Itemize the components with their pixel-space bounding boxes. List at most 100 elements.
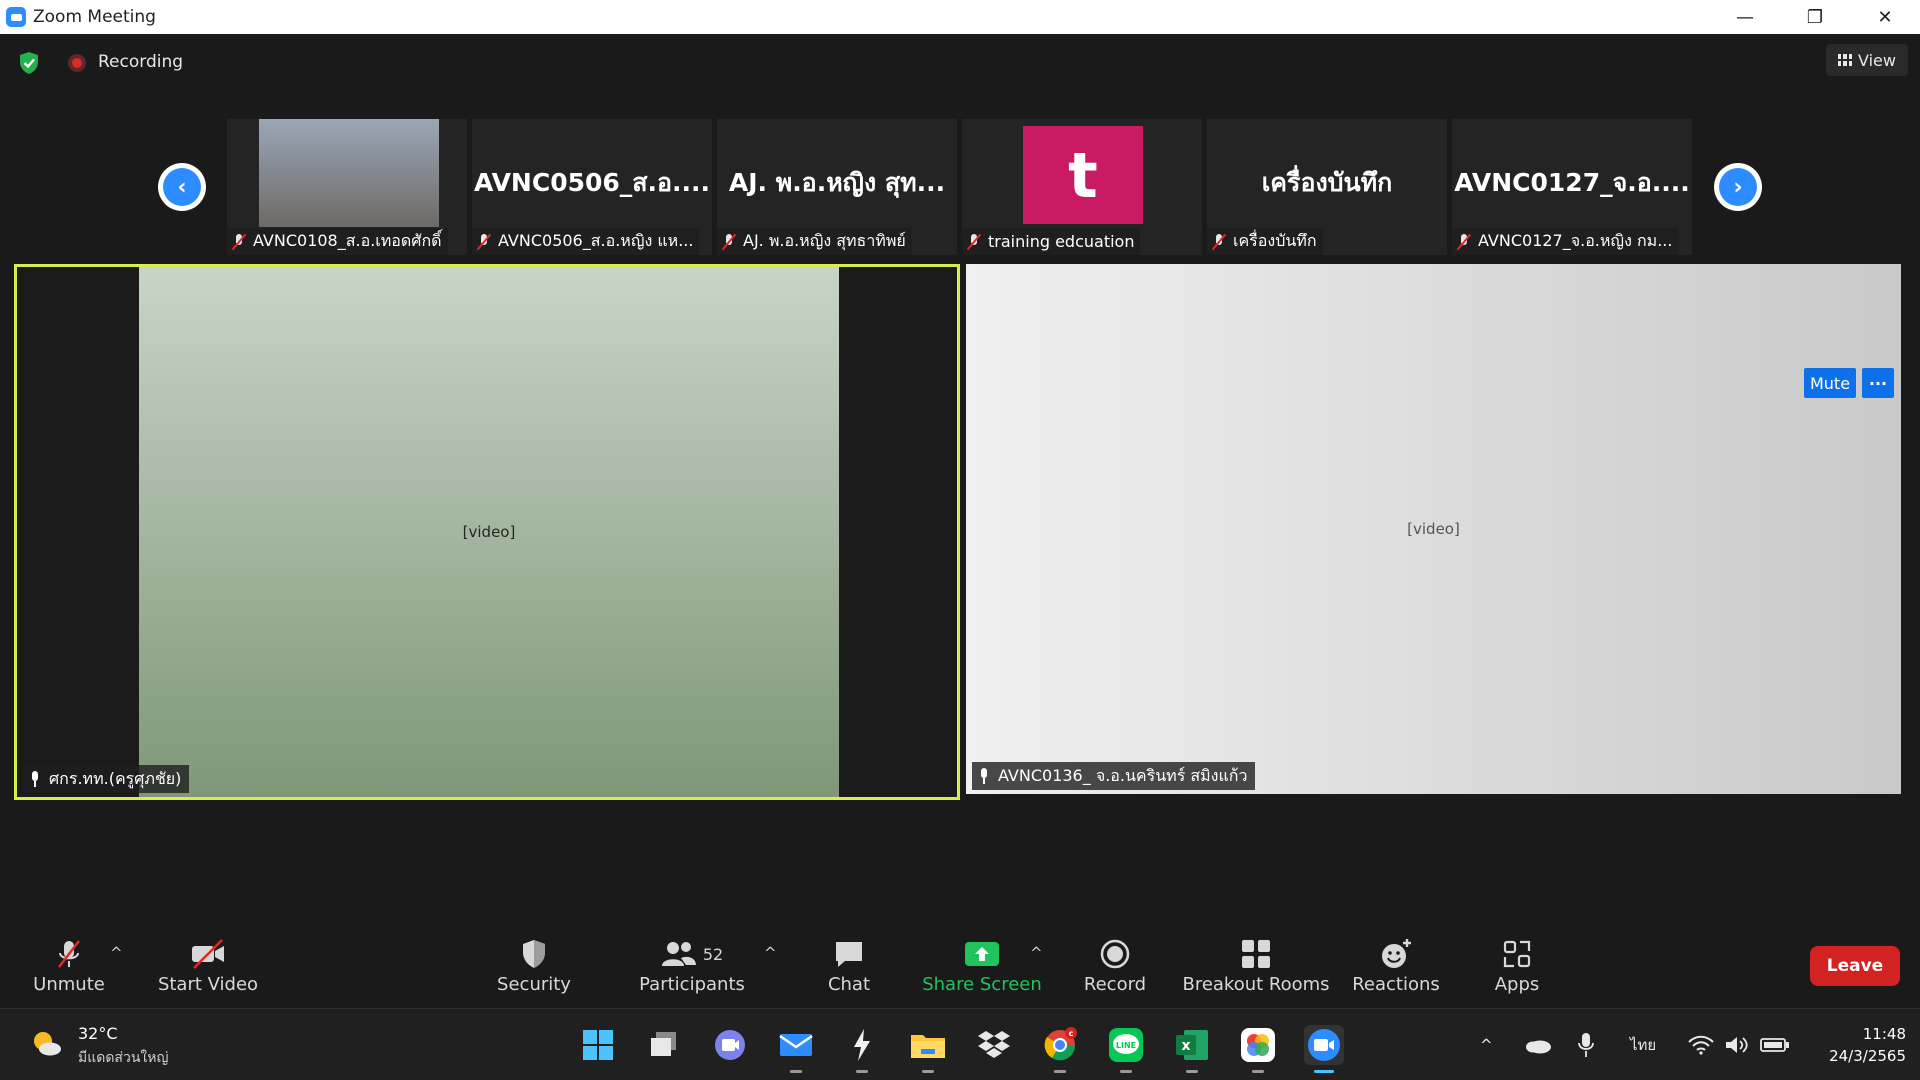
wifi-icon[interactable] xyxy=(1688,1027,1714,1063)
reactions-button[interactable]: Reactions xyxy=(1352,934,1440,1004)
file-explorer-app[interactable] xyxy=(908,1025,948,1073)
zoom-app-icon xyxy=(6,7,26,27)
task-view-button[interactable] xyxy=(644,1025,684,1065)
gallery-prev-button[interactable]: ‹ xyxy=(158,163,206,211)
clock-time: 11:48 xyxy=(1862,1025,1906,1043)
microphone-tray-icon[interactable] xyxy=(1578,1027,1594,1063)
mic-muted-icon xyxy=(58,940,80,968)
mic-muted-icon xyxy=(231,233,247,251)
line-app[interactable]: LINE xyxy=(1106,1025,1146,1073)
participants-options-caret[interactable]: ^ xyxy=(764,944,777,962)
security-button[interactable]: Security xyxy=(497,934,571,1004)
breakout-rooms-button[interactable]: Breakout Rooms xyxy=(1182,934,1330,1004)
teams-chat-icon xyxy=(715,1030,745,1060)
task-view-icon xyxy=(651,1032,676,1056)
mic-muted-icon xyxy=(1211,233,1227,251)
participant-thumb[interactable]: เครื่องบันทึก เครื่องบันทึก xyxy=(1207,119,1447,255)
participant-name-tag: เครื่องบันทึก xyxy=(1207,228,1323,255)
more-options-button[interactable]: ··· xyxy=(1862,368,1894,398)
participant-thumb[interactable]: AJ. พ.อ.หญิง สุท... AJ. พ.อ.หญิง สุทธาทิ… xyxy=(717,119,957,255)
minimize-button[interactable]: — xyxy=(1710,0,1780,34)
restore-button[interactable]: ❐ xyxy=(1780,0,1850,34)
participant-title: AJ. พ.อ.หญิง สุท... xyxy=(728,168,946,197)
participant-thumb[interactable]: t training edcuation xyxy=(962,119,1202,255)
participant-thumb[interactable]: AVNC0506_ส.อ.... AVNC0506_ส.อ.หญิง แห... xyxy=(472,119,712,255)
photos-app[interactable] xyxy=(1238,1025,1278,1073)
mute-participant-button[interactable]: Mute xyxy=(1804,368,1856,398)
mic-muted-icon xyxy=(1456,233,1472,251)
zoom-app[interactable] xyxy=(1304,1025,1344,1073)
windows-start-icon xyxy=(583,1030,613,1060)
weather-temperature[interactable]: 32°C xyxy=(78,1024,118,1043)
running-indicator xyxy=(856,1070,868,1073)
excel-icon: x xyxy=(1176,1030,1208,1060)
lightning-app-icon xyxy=(854,1029,870,1061)
mic-muted-icon xyxy=(476,233,492,251)
weather-sun-cloud-icon[interactable] xyxy=(30,1029,62,1057)
start-button[interactable] xyxy=(578,1025,618,1065)
mail-app[interactable] xyxy=(776,1025,816,1073)
start-video-label: Start Video xyxy=(157,974,259,995)
participant-name-tag: AJ. พ.อ.หญิง สุทธาทิพย์ xyxy=(717,228,912,255)
grid-view-icon xyxy=(1838,54,1852,66)
recording-indicator-icon xyxy=(68,54,86,72)
chrome-profile-badge: c xyxy=(1069,1029,1074,1038)
participant-name-tag: AVNC0108_ส.อ.เทอดศักดิ์ xyxy=(227,228,448,255)
gallery-next-button[interactable]: › xyxy=(1714,163,1762,211)
participant-name: AVNC0506_ส.อ.หญิง แห... xyxy=(498,231,694,250)
participant-video: [video] xyxy=(139,267,839,797)
running-indicator xyxy=(922,1070,934,1073)
record-button[interactable]: Record xyxy=(1084,934,1146,1004)
battery-icon[interactable] xyxy=(1760,1027,1790,1063)
unmute-label: Unmute xyxy=(33,974,105,995)
view-button[interactable]: View xyxy=(1826,44,1908,76)
view-label: View xyxy=(1858,50,1896,70)
volume-icon[interactable] xyxy=(1724,1027,1748,1063)
dropbox-app[interactable] xyxy=(974,1025,1014,1065)
participant-thumb[interactable]: AVNC0108_ส.อ.เทอดศักดิ์ xyxy=(227,119,467,255)
teams-chat-button[interactable] xyxy=(710,1025,750,1065)
show-hidden-icons-button[interactable]: ^ xyxy=(1480,1027,1493,1063)
app-pinned[interactable] xyxy=(842,1025,882,1073)
window-title: Zoom Meeting xyxy=(33,7,156,27)
line-icon: LINE xyxy=(1109,1028,1143,1062)
start-video-button[interactable]: Start Video xyxy=(157,934,259,1004)
system-clock[interactable]: 11:48 24/3/2565 xyxy=(1806,1023,1906,1067)
input-language[interactable]: ไทย xyxy=(1630,1027,1656,1063)
excel-app[interactable]: x xyxy=(1172,1025,1212,1073)
weather-condition[interactable]: มีแดดส่วนใหญ่ xyxy=(78,1047,168,1069)
share-screen-label: Share Screen xyxy=(922,974,1042,995)
participant-name-tag: training edcuation xyxy=(962,228,1141,255)
participant-name-tag: AVNC0127_จ.อ.หญิง กม... xyxy=(1452,228,1679,255)
meeting-toolbar: Unmute ^ Start Video Security 52 Partici… xyxy=(0,908,1920,1008)
chrome-app[interactable]: c xyxy=(1040,1025,1080,1073)
recording-label: Recording xyxy=(98,52,184,72)
participant-title: AVNC0127_จ.อ.... xyxy=(1454,168,1690,197)
participant-video xyxy=(259,119,439,227)
participant-thumb[interactable]: AVNC0127_จ.อ.... AVNC0127_จ.อ.หญิง กม... xyxy=(1452,119,1692,255)
participants-button[interactable]: 52 Participants xyxy=(639,934,745,1004)
share-screen-button[interactable]: Share Screen xyxy=(922,934,1042,1004)
participant-video-tile[interactable]: [video] AVNC0136_ จ.อ.นครินทร์ สมิงแก้ว xyxy=(966,264,1901,794)
active-indicator xyxy=(1314,1070,1334,1073)
share-options-caret[interactable]: ^ xyxy=(1030,944,1043,962)
running-indicator xyxy=(1186,1070,1198,1073)
onedrive-icon[interactable] xyxy=(1524,1027,1552,1063)
encryption-shield-icon[interactable] xyxy=(16,50,42,76)
mic-muted-icon xyxy=(966,233,982,251)
unmute-button[interactable]: Unmute xyxy=(33,934,105,1004)
zoom-icon xyxy=(1308,1029,1340,1061)
audio-options-caret[interactable]: ^ xyxy=(110,944,123,962)
participant-name: training edcuation xyxy=(988,232,1135,251)
mic-icon xyxy=(978,768,990,784)
chat-button[interactable]: Chat xyxy=(820,934,878,1004)
leave-button[interactable]: Leave xyxy=(1810,946,1900,986)
apps-icon xyxy=(1503,940,1531,968)
active-speaker-tile[interactable]: [video] ศกร.ทท.(ครูศุภชัย) xyxy=(14,264,960,800)
mic-muted-icon xyxy=(721,233,737,251)
participants-count: 52 xyxy=(702,944,724,964)
shield-icon xyxy=(523,940,545,968)
apps-button[interactable]: Apps xyxy=(1494,934,1540,1004)
close-button[interactable]: ✕ xyxy=(1850,0,1920,34)
participant-video: [video] xyxy=(966,264,1901,794)
